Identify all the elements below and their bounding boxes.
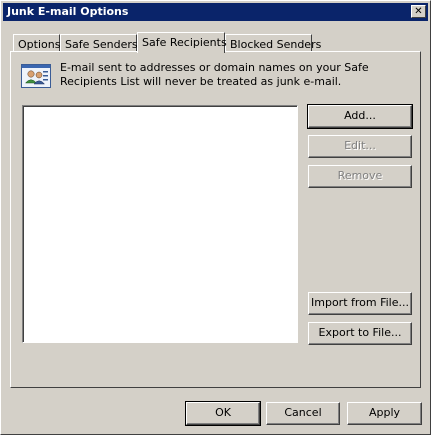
tab-safe-recipients[interactable]: Safe Recipients	[137, 32, 227, 53]
apply-button[interactable]: Apply	[347, 402, 422, 425]
junk-email-options-dialog: Junk E-mail Options ✕ Options Safe Sende…	[0, 0, 431, 435]
import-from-file-button[interactable]: Import from File...	[308, 292, 412, 315]
add-button[interactable]: Add...	[307, 104, 413, 129]
remove-button[interactable]: Remove	[308, 165, 412, 188]
title-bar[interactable]: Junk E-mail Options ✕	[3, 3, 428, 21]
contacts-list-icon	[21, 64, 51, 88]
description-text: E-mail sent to addresses or domain names…	[60, 61, 369, 88]
safe-recipients-panel: E-mail sent to addresses or domain names…	[10, 51, 421, 388]
edit-button[interactable]: Edit...	[308, 135, 412, 158]
close-icon: ✕	[414, 6, 423, 17]
safe-recipients-list[interactable]	[22, 105, 298, 343]
ok-button[interactable]: OK	[185, 401, 261, 426]
export-to-file-button[interactable]: Export to File...	[308, 322, 412, 345]
tab-blocked-senders[interactable]: Blocked Senders	[225, 34, 321, 52]
window-title: Junk E-mail Options	[7, 5, 129, 18]
cancel-button[interactable]: Cancel	[266, 402, 340, 425]
tab-options[interactable]: Options	[13, 34, 60, 52]
tab-safe-senders[interactable]: Safe Senders	[60, 34, 138, 52]
close-button[interactable]: ✕	[411, 5, 426, 18]
